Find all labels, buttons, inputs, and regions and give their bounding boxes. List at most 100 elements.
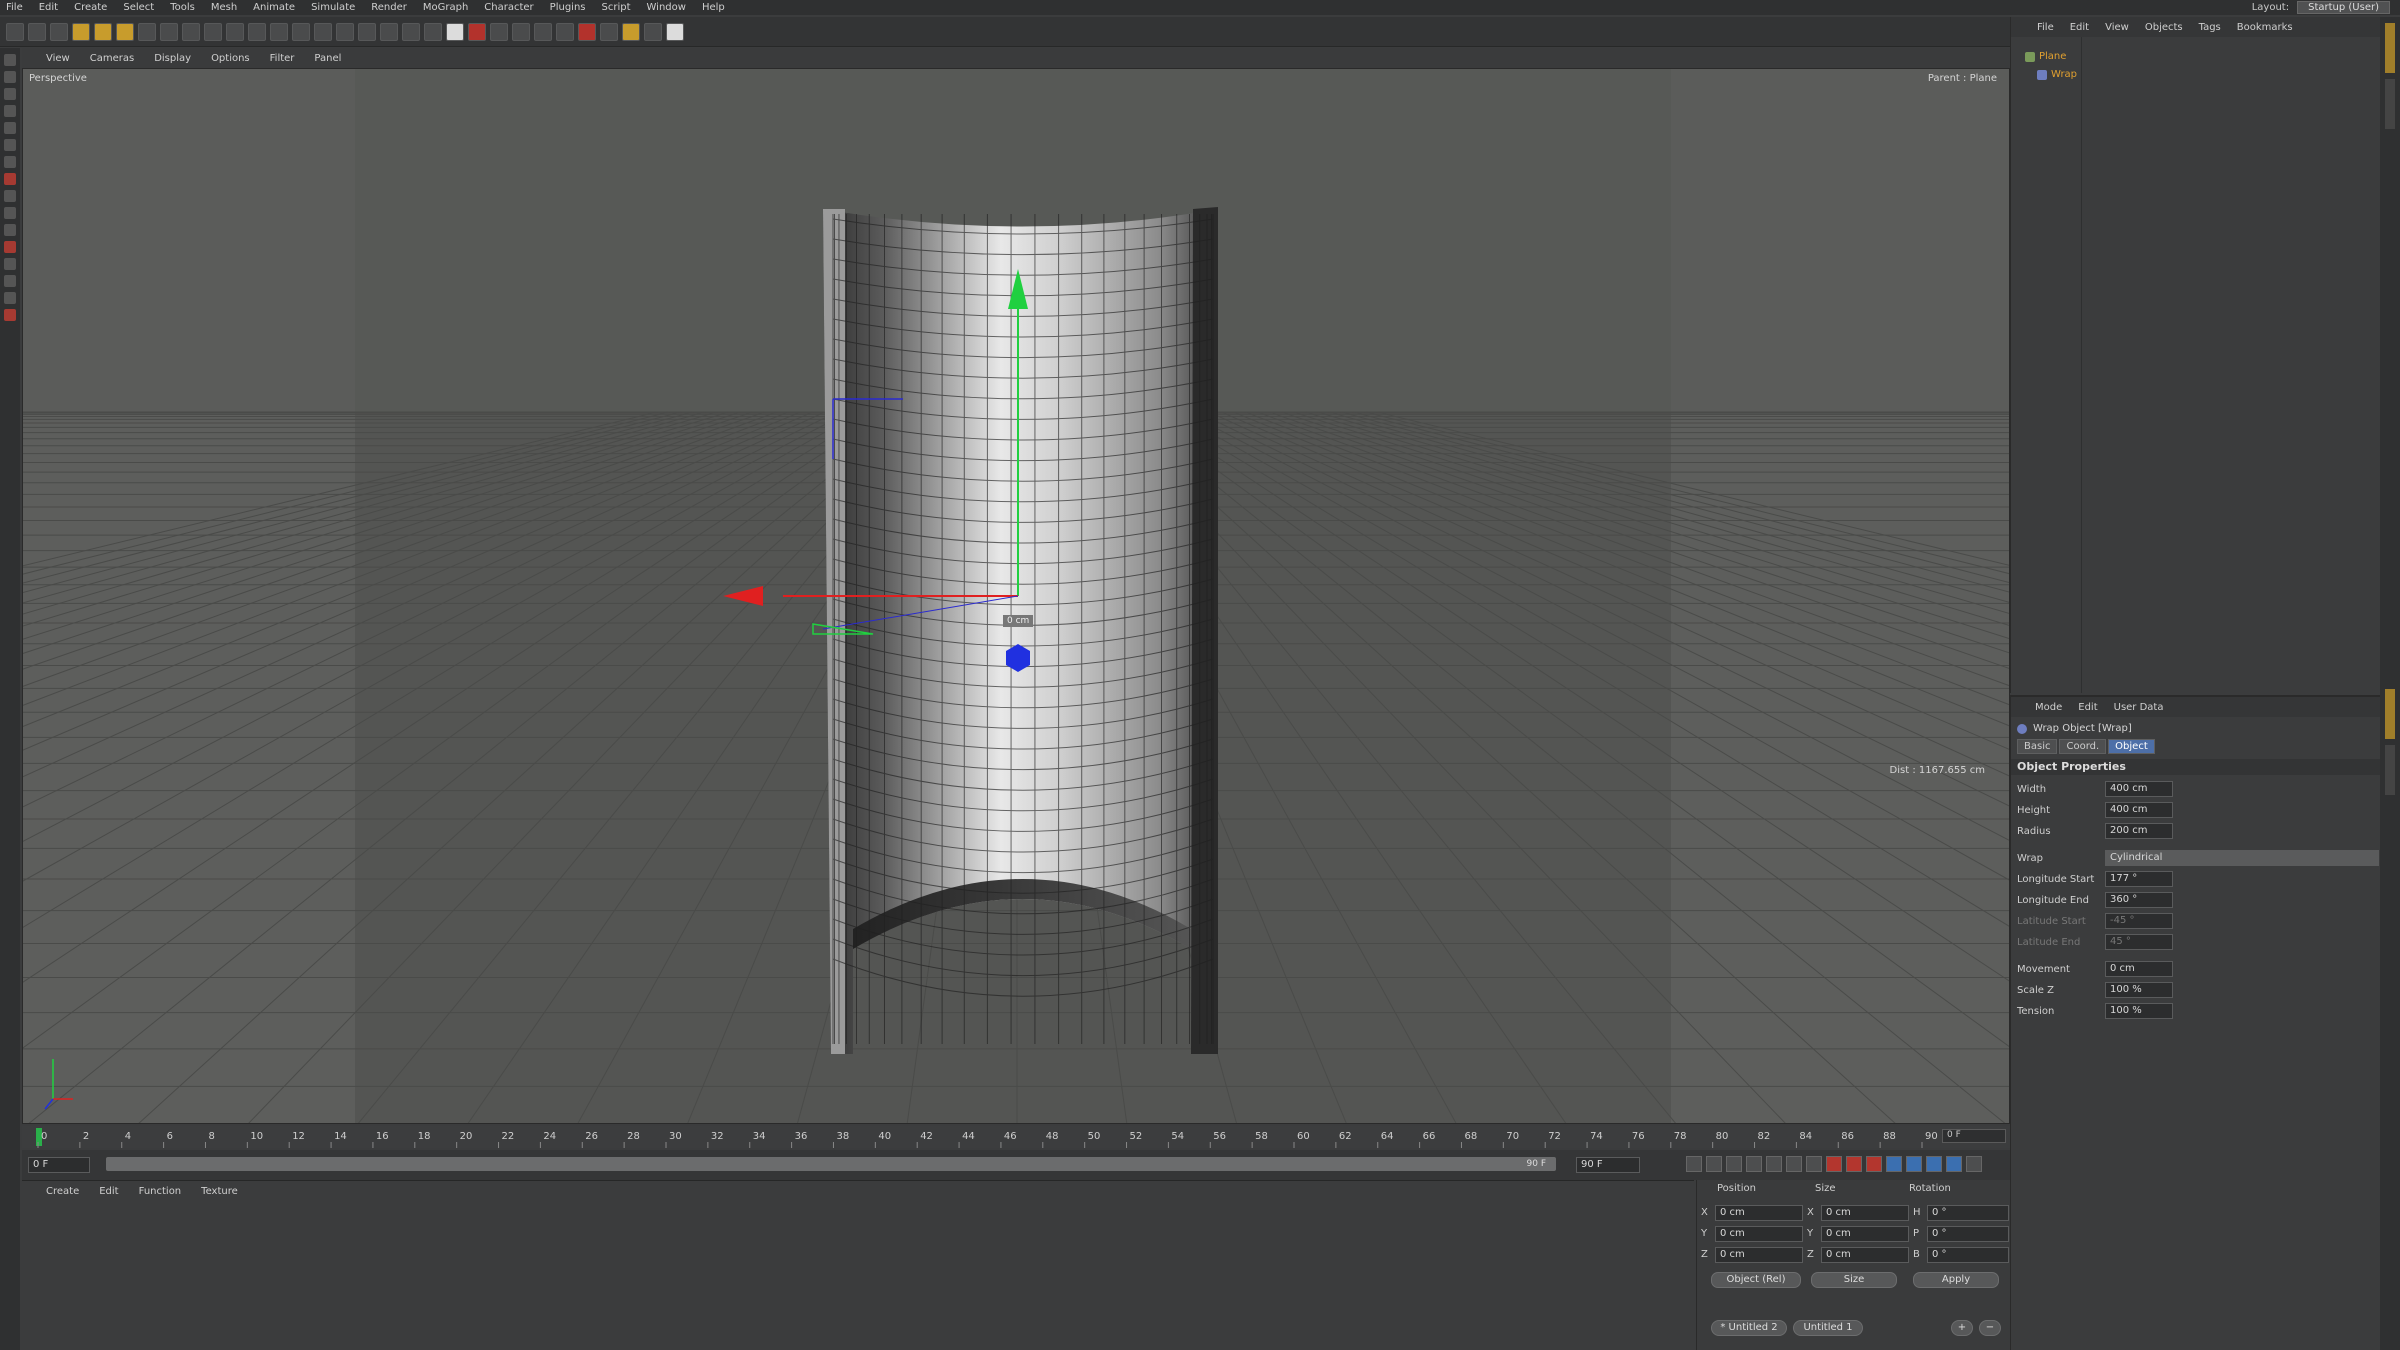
next-frame-icon[interactable] bbox=[1766, 1156, 1782, 1172]
viewport-scene[interactable] bbox=[23, 69, 2010, 1124]
material-menu-function[interactable]: Function bbox=[139, 1186, 182, 1197]
document-tab-untitled-1[interactable]: Untitled 1 bbox=[1793, 1320, 1863, 1336]
viewport-menu-display[interactable]: Display bbox=[154, 53, 191, 64]
frame-range-slider[interactable]: 90 F bbox=[106, 1157, 1556, 1171]
axis-x-lock-icon[interactable] bbox=[138, 22, 156, 41]
tab-coord[interactable]: Coord. bbox=[2059, 739, 2107, 754]
menu-window[interactable]: Window bbox=[647, 2, 686, 13]
previous-frame-icon[interactable] bbox=[1726, 1156, 1742, 1172]
rotate-tool-icon[interactable] bbox=[116, 22, 134, 41]
live-selection-icon[interactable] bbox=[50, 22, 68, 41]
previous-key-icon[interactable] bbox=[1706, 1156, 1722, 1172]
model-mode-icon[interactable] bbox=[490, 22, 508, 41]
tab-object[interactable]: Object bbox=[2108, 739, 2155, 754]
width-field[interactable]: 400 cm bbox=[2105, 781, 2173, 797]
mograph-icon[interactable] bbox=[644, 22, 662, 41]
object-name[interactable]: Wrap bbox=[2051, 69, 2077, 80]
menu-help[interactable]: Help bbox=[702, 2, 725, 13]
menu-create[interactable]: Create bbox=[74, 2, 107, 13]
hair-icon[interactable] bbox=[622, 22, 640, 41]
axis-z-lock-icon[interactable] bbox=[182, 22, 200, 41]
size-z-field[interactable]: 0 cm bbox=[1821, 1247, 1909, 1263]
keyframe-selection-icon[interactable] bbox=[1866, 1156, 1882, 1172]
close-document-icon[interactable]: − bbox=[1979, 1320, 2001, 1336]
apply-button[interactable]: Apply bbox=[1913, 1272, 1999, 1288]
size-x-field[interactable]: 0 cm bbox=[1821, 1205, 1909, 1221]
model-icon[interactable] bbox=[4, 71, 16, 83]
om-menu-bookmarks[interactable]: Bookmarks bbox=[2237, 22, 2293, 33]
camera-icon[interactable] bbox=[424, 22, 442, 41]
polygons-icon[interactable] bbox=[4, 156, 16, 168]
texture-mode-icon[interactable] bbox=[512, 22, 530, 41]
menu-simulate[interactable]: Simulate bbox=[311, 2, 355, 13]
attr-menu-mode[interactable]: Mode bbox=[2035, 702, 2062, 713]
redo-icon[interactable] bbox=[28, 22, 46, 41]
snap-icon[interactable] bbox=[556, 22, 574, 41]
rot-h-field[interactable]: 0 ° bbox=[1927, 1205, 2009, 1221]
points-icon[interactable] bbox=[4, 122, 16, 134]
viewport-menu-cameras[interactable]: Cameras bbox=[90, 53, 134, 64]
attr-menu-edit[interactable]: Edit bbox=[2078, 702, 2097, 713]
texture-icon[interactable] bbox=[4, 105, 16, 117]
paint-icon[interactable] bbox=[600, 22, 618, 41]
object-name[interactable]: Plane bbox=[2039, 51, 2066, 62]
pos-y-field[interactable]: 0 cm bbox=[1715, 1226, 1803, 1242]
attr-menu-user-data[interactable]: User Data bbox=[2114, 702, 2164, 713]
rot-b-field[interactable]: 0 ° bbox=[1927, 1247, 2009, 1263]
size-mode-select[interactable]: Size bbox=[1811, 1272, 1897, 1288]
viewport-solo-icon[interactable] bbox=[4, 224, 16, 236]
longitude-end-field[interactable]: 360 ° bbox=[2105, 892, 2173, 908]
menu-mesh[interactable]: Mesh bbox=[211, 2, 237, 13]
pos-x-field[interactable]: 0 cm bbox=[1715, 1205, 1803, 1221]
object-row-plane[interactable]: Plane bbox=[2025, 51, 2066, 62]
make-editable-icon[interactable] bbox=[4, 54, 16, 66]
coordinate-mode-select[interactable]: Object (Rel) bbox=[1711, 1272, 1801, 1288]
animation-mode-icon[interactable] bbox=[4, 173, 16, 185]
layer-icon[interactable] bbox=[666, 22, 684, 41]
tab-basic[interactable]: Basic bbox=[2017, 739, 2058, 754]
material-menu-edit[interactable]: Edit bbox=[99, 1186, 118, 1197]
rotation-key-icon[interactable] bbox=[1926, 1156, 1942, 1172]
scale-key-icon[interactable] bbox=[1906, 1156, 1922, 1172]
pen-icon[interactable] bbox=[314, 22, 332, 41]
array-icon[interactable] bbox=[358, 22, 376, 41]
menu-file[interactable]: File bbox=[6, 2, 23, 13]
layout-dropdown[interactable]: Startup (User) bbox=[2297, 1, 2390, 14]
parameter-key-icon[interactable] bbox=[1946, 1156, 1962, 1172]
brush-icon[interactable] bbox=[4, 258, 16, 270]
3d-viewport[interactable]: Perspective Parent : Plane Dist : 1167.6… bbox=[22, 68, 2010, 1124]
menu-render[interactable]: Render bbox=[371, 2, 407, 13]
tweak-icon[interactable] bbox=[4, 207, 16, 219]
scale-tool-icon[interactable] bbox=[94, 22, 112, 41]
rot-p-field[interactable]: 0 ° bbox=[1927, 1226, 2009, 1242]
position-key-icon[interactable] bbox=[1886, 1156, 1902, 1172]
go-to-end-icon[interactable] bbox=[1806, 1156, 1822, 1172]
next-key-icon[interactable] bbox=[1786, 1156, 1802, 1172]
radius-field[interactable]: 200 cm bbox=[2105, 823, 2173, 839]
om-menu-edit[interactable]: Edit bbox=[2070, 22, 2089, 33]
sculpt-icon[interactable] bbox=[578, 22, 596, 41]
render-settings-icon[interactable] bbox=[270, 22, 288, 41]
floor-icon[interactable] bbox=[402, 22, 420, 41]
object-axis-icon[interactable] bbox=[4, 88, 16, 100]
enable-axis-icon[interactable] bbox=[4, 190, 16, 202]
menu-plugins[interactable]: Plugins bbox=[550, 2, 586, 13]
tension-field[interactable]: 100 % bbox=[2105, 1003, 2173, 1019]
locked-workplane-icon[interactable] bbox=[4, 292, 16, 304]
workplane-mode-icon[interactable] bbox=[4, 275, 16, 287]
movement-field[interactable]: 0 cm bbox=[2105, 961, 2173, 977]
layers-tab[interactable] bbox=[2385, 745, 2395, 795]
document-tab-untitled-2[interactable]: * Untitled 2 bbox=[1711, 1320, 1787, 1336]
subdivision-icon[interactable] bbox=[336, 22, 354, 41]
attributes-tab[interactable] bbox=[2385, 689, 2395, 739]
axis-y-lock-icon[interactable] bbox=[160, 22, 178, 41]
menu-character[interactable]: Character bbox=[484, 2, 533, 13]
viewport-menu-view[interactable]: View bbox=[46, 53, 70, 64]
menu-edit[interactable]: Edit bbox=[39, 2, 58, 13]
menu-select[interactable]: Select bbox=[123, 2, 154, 13]
timeline-current-field[interactable]: 0 F bbox=[1942, 1129, 2006, 1143]
viewport-menu-filter[interactable]: Filter bbox=[270, 53, 295, 64]
move-tool-icon[interactable] bbox=[72, 22, 90, 41]
om-menu-tags[interactable]: Tags bbox=[2199, 22, 2221, 33]
size-y-field[interactable]: 0 cm bbox=[1821, 1226, 1909, 1242]
